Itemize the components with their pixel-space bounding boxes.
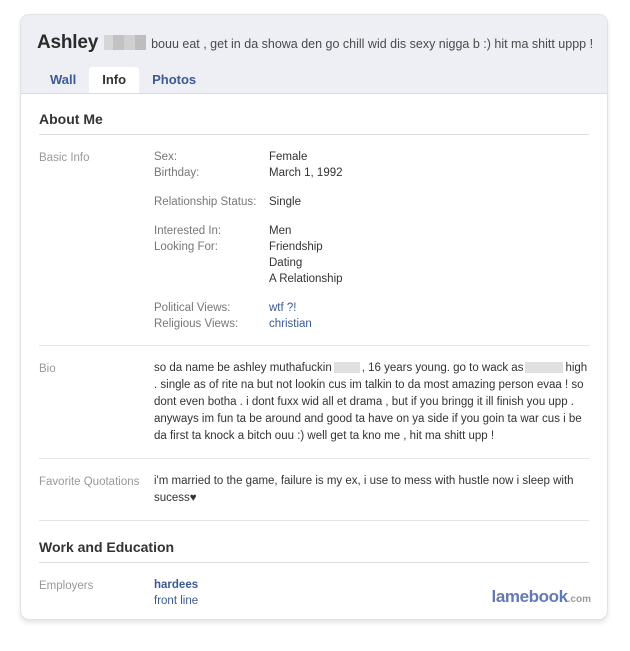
lamebook-watermark: lamebook.com <box>492 587 592 607</box>
field-sex: Sex: Female <box>154 149 589 165</box>
bio-text-part-3: high . single as of rite na but not look… <box>154 362 588 442</box>
field-value-interested-in: Men <box>269 225 292 237</box>
profile-status-text: bouu eat , get in da showa den go chill … <box>151 36 594 51</box>
field-key-sex: Sex: <box>154 151 178 163</box>
bio-text-part-2: , 16 years young. go to wack as <box>361 362 524 374</box>
field-key-birthday: Birthday: <box>154 167 200 179</box>
profile-info-content: About Me Basic Info Sex: Female Birthday… <box>21 93 607 619</box>
section-title-work-and-education: Work and Education <box>39 521 589 563</box>
watermark-brand: lamebook <box>491 587 569 606</box>
field-key-interested-in: Interested In: <box>154 225 222 237</box>
field-value-religious-views[interactable]: christian <box>269 316 589 332</box>
name-and-status-row: Ashley bouu eat , get in da showa den go … <box>37 32 601 56</box>
favorite-quotations-text: i'm married to the game, failure is my e… <box>154 475 574 504</box>
field-relationship-status: Relationship Status: Single <box>154 194 589 210</box>
bio-text-part-1: so da name be ashley muthafuckin <box>154 362 332 374</box>
tab-photos[interactable]: Photos <box>139 67 209 93</box>
profile-header: Ashley bouu eat , get in da showa den go … <box>21 15 607 94</box>
tab-info[interactable]: Info <box>89 67 140 93</box>
row-label-favorite-quotations: Favorite Quotations <box>39 476 140 488</box>
row-bio: Bio so da name be ashley muthafuckin , 16… <box>39 346 589 459</box>
bio-text: so da name be ashley muthafuckin , 16 yea… <box>154 360 589 445</box>
field-key-relationship-status: Relationship Status: <box>154 196 257 208</box>
field-key-political-views: Political Views: <box>154 302 231 314</box>
row-label-basic-info: Basic Info <box>39 152 90 164</box>
profile-page-card: Ashley bouu eat , get in da showa den go … <box>20 14 608 620</box>
field-value-political-views[interactable]: wtf ?! <box>269 300 589 316</box>
row-favorite-quotations: Favorite Quotations i'm married to the g… <box>39 459 589 521</box>
row-label-employers: Employers <box>39 580 94 592</box>
field-interested-in: Interested In: Men <box>154 223 589 239</box>
field-looking-for: Looking For: Friendship <box>154 239 589 255</box>
redacted-bio-block-1 <box>333 361 360 373</box>
field-value-looking-for-relationship: A Relationship <box>269 273 343 285</box>
bio-body: so da name be ashley muthafuckin , 16 yea… <box>154 360 589 445</box>
field-group-relationship-status: Relationship Status: Single <box>154 194 589 210</box>
field-group-views: Political Views: wtf ?! Religious Views:… <box>154 300 589 332</box>
favorite-quotations-body: i'm married to the game, failure is my e… <box>154 473 589 507</box>
field-value-relationship-status: Single <box>269 196 301 208</box>
redacted-lastname-block <box>104 35 147 51</box>
field-value-looking-for-dating: Dating <box>269 257 303 269</box>
watermark-tld: .com <box>567 594 591 605</box>
row-label-bio: Bio <box>39 363 56 375</box>
field-political-views: Political Views: wtf ?! <box>154 300 589 316</box>
field-group-interested-looking: Interested In: Men Looking For: Friendsh… <box>154 223 589 287</box>
field-value-sex: Female <box>269 151 308 163</box>
redacted-bio-block-2 <box>525 361 564 373</box>
field-group-sex-birthday: Sex: Female Birthday: March 1, 1992 <box>154 149 589 181</box>
section-title-about-me: About Me <box>39 93 589 135</box>
basic-info-fields: Sex: Female Birthday: March 1, 1992 Rela… <box>154 149 589 332</box>
profile-tab-strip: Wall Info Photos <box>37 67 209 93</box>
field-value-looking-for: Friendship <box>269 241 323 253</box>
tab-wall[interactable]: Wall <box>37 67 89 93</box>
field-birthday: Birthday: March 1, 1992 <box>154 165 589 181</box>
field-value-birthday: March 1, 1992 <box>269 167 343 179</box>
field-key-religious-views: Religious Views: <box>154 318 239 330</box>
field-religious-views: Religious Views: christian <box>154 316 589 332</box>
row-basic-info: Basic Info Sex: Female Birthday: March 1… <box>39 135 589 346</box>
profile-name: Ashley <box>37 32 99 53</box>
field-key-looking-for: Looking For: <box>154 241 218 253</box>
